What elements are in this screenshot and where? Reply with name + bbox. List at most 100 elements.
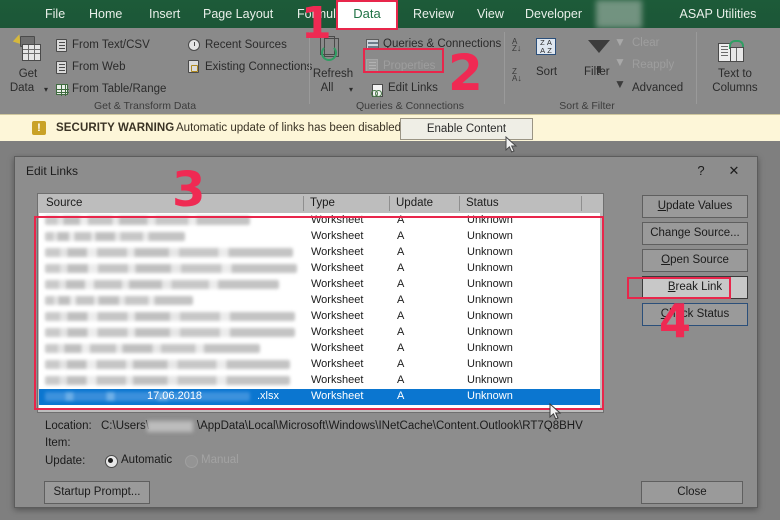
ribbon-divider-2 <box>504 32 505 104</box>
tab-data[interactable]: Data <box>338 0 396 28</box>
security-warning-bar: ! SECURITY WARNING Automatic update of l… <box>0 114 780 142</box>
sort-ascending-icon[interactable]: A Z↓ <box>512 38 528 54</box>
update-label: Update: <box>45 455 86 467</box>
row-status: Unknown <box>467 214 513 226</box>
sort-button-label[interactable]: Sort <box>536 66 557 78</box>
from-text-csv-item[interactable]: From Text/CSV <box>72 39 150 51</box>
table-row[interactable]: Worksheet A Unknown <box>39 245 600 261</box>
get-data-label-line2: Data <box>9 82 35 94</box>
location-redacted-username <box>147 421 193 432</box>
table-row[interactable]: Worksheet A Unknown <box>39 373 600 389</box>
row-type: Worksheet <box>311 342 364 354</box>
update-values-button[interactable]: Update Values <box>642 195 748 218</box>
tab-redacted[interactable] <box>596 0 642 28</box>
column-header-source[interactable]: Source <box>46 197 82 209</box>
help-icon[interactable]: ? <box>691 162 711 180</box>
edit-links-item[interactable]: Edit Links <box>388 82 438 94</box>
row-update: A <box>397 374 405 386</box>
open-source-button[interactable]: Open Source <box>642 249 748 272</box>
get-data-dropdown-caret[interactable]: ▾ <box>44 85 48 94</box>
break-link-button[interactable]: Break Link <box>642 276 748 299</box>
redacted-source-path <box>45 376 290 385</box>
ribbon-tab-bar: File Home Insert Page Layout Formulas Data Rev… <box>0 0 780 28</box>
advanced-item[interactable]: Advanced <box>632 82 683 94</box>
table-row[interactable]: Worksheet A Unknown <box>39 357 600 373</box>
tab-page-layout[interactable]: Page Layout <box>194 0 280 28</box>
redacted-source-path <box>45 248 293 257</box>
from-text-csv-icon <box>56 39 67 52</box>
row-type: Worksheet <box>311 390 364 402</box>
from-table-range-item[interactable]: From Table/Range <box>72 83 166 95</box>
redacted-source-path <box>45 360 290 369</box>
column-header-type[interactable]: Type <box>310 197 335 209</box>
redacted-source-path <box>45 280 279 289</box>
security-warning-title: SECURITY WARNING <box>56 122 175 134</box>
row-update: A <box>397 246 405 258</box>
close-button[interactable]: Close <box>641 481 743 504</box>
enable-content-button[interactable]: Enable Content <box>400 118 533 140</box>
existing-connections-icon <box>188 60 199 73</box>
tab-view[interactable]: View <box>468 0 508 28</box>
column-header-status[interactable]: Status <box>466 197 499 209</box>
location-label: Location: <box>45 420 92 432</box>
table-row[interactable]: Worksheet A Unknown <box>39 261 600 277</box>
row-update: A <box>397 326 405 338</box>
redacted-source-path <box>45 328 295 337</box>
tab-developer[interactable]: Developer <box>516 0 584 28</box>
table-row[interactable]: Worksheet A Unknown <box>39 229 600 245</box>
row-status: Unknown <box>467 230 513 242</box>
queries-connections-item[interactable]: Queries & Connections <box>383 38 501 50</box>
table-row[interactable]: Worksheet A Unknown <box>39 293 600 309</box>
properties-icon <box>366 59 378 72</box>
table-row[interactable]: 17.06.2018 .xlsx Worksheet A Unknown <box>39 389 600 405</box>
existing-connections-item[interactable]: Existing Connections <box>205 61 312 73</box>
table-row[interactable]: Worksheet A Unknown <box>39 325 600 341</box>
group-label-queries: Queries & Connections <box>356 100 464 112</box>
table-row[interactable]: Worksheet A Unknown <box>39 341 600 357</box>
row-type: Worksheet <box>311 374 364 386</box>
tab-file[interactable]: File <box>36 0 70 28</box>
text-to-columns-icon <box>718 40 744 62</box>
group-label-get-transform: Get & Transform Data <box>93 100 197 112</box>
close-icon[interactable]: ✕ <box>723 162 745 180</box>
radio-automatic[interactable] <box>105 455 118 468</box>
radio-automatic-label[interactable]: Automatic <box>121 454 172 466</box>
row-type: Worksheet <box>311 262 364 274</box>
row-update: A <box>397 262 405 274</box>
filter-icon <box>588 40 610 73</box>
change-source-button[interactable]: Change Source... <box>642 222 748 245</box>
recent-sources-item[interactable]: Recent Sources <box>205 39 287 51</box>
row-status: Unknown <box>467 326 513 338</box>
tab-home[interactable]: Home <box>80 0 128 28</box>
row-status: Unknown <box>467 358 513 370</box>
from-web-item[interactable]: From Web <box>72 61 125 73</box>
startup-prompt-button[interactable]: Startup Prompt... <box>44 481 150 504</box>
redacted-source-path <box>45 312 295 321</box>
row-source-extension: .xlsx <box>257 390 279 402</box>
links-list-body[interactable]: Worksheet A Unknown Worksheet A Unknown Worksh… <box>39 213 600 409</box>
column-header-update[interactable]: Update <box>396 197 433 209</box>
row-update: A <box>397 278 405 290</box>
table-row[interactable]: Worksheet A Unknown <box>39 309 600 325</box>
row-update: A <box>397 390 405 402</box>
tab-insert[interactable]: Insert <box>140 0 184 28</box>
text-to-columns-label-line1: Text to <box>718 68 752 80</box>
edit-links-icon <box>371 84 384 97</box>
row-type: Worksheet <box>311 358 364 370</box>
filter-button-label[interactable]: Filter <box>584 66 610 78</box>
table-row[interactable]: Worksheet A Unknown <box>39 277 600 293</box>
row-update: A <box>397 230 405 242</box>
excel-window: File Home Insert Page Layout Formulas Data Rev… <box>0 0 780 520</box>
text-to-columns-label-line2: Columns <box>712 82 758 94</box>
row-update: A <box>397 342 405 354</box>
row-type: Worksheet <box>311 214 364 226</box>
tab-asap-utilities[interactable]: ASAP Utilities <box>670 0 766 28</box>
from-table-range-icon <box>56 84 69 96</box>
table-row[interactable]: Worksheet A Unknown <box>39 213 600 229</box>
check-status-button[interactable]: Check Status <box>642 303 748 326</box>
tab-review[interactable]: Review <box>404 0 460 28</box>
sort-descending-icon[interactable]: Z A↓ <box>512 68 528 84</box>
refresh-all-dropdown-caret[interactable]: ▾ <box>349 85 353 94</box>
row-type: Worksheet <box>311 246 364 258</box>
links-list[interactable]: Source Type Update Status Worksheet A Unkn… <box>37 193 604 413</box>
